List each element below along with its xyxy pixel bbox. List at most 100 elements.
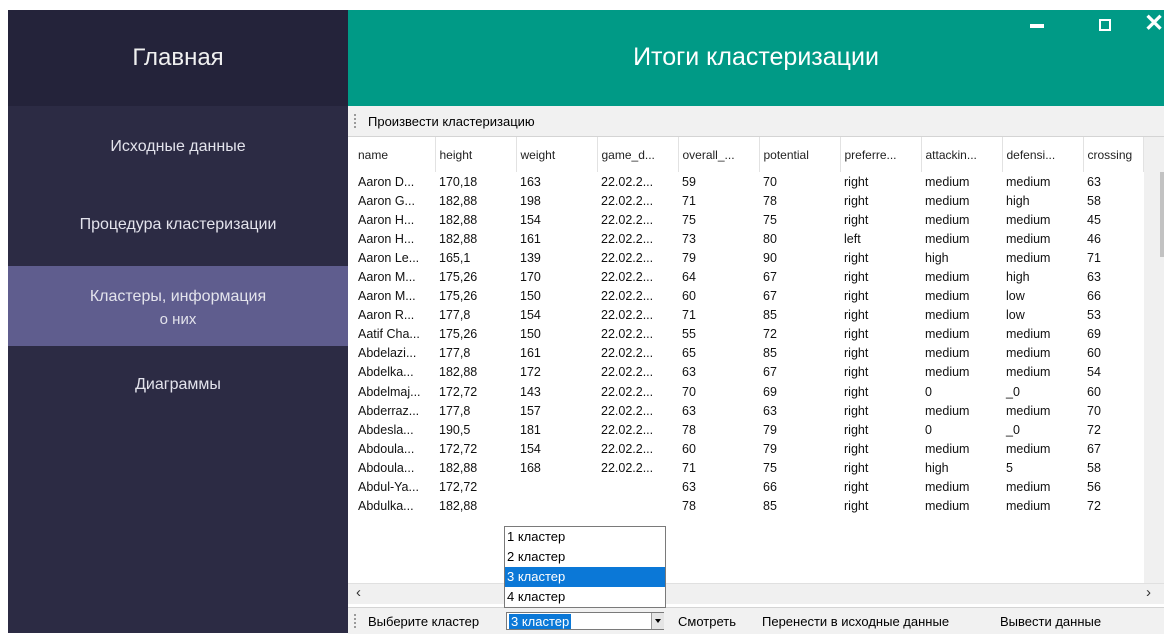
table-cell[interactable]: 150	[516, 287, 597, 306]
table-cell[interactable]: 63	[1083, 172, 1143, 191]
table-cell[interactable]: medium	[1002, 229, 1083, 248]
table-cell[interactable]: right	[840, 191, 921, 210]
table-cell[interactable]: medium	[1002, 248, 1083, 267]
table-cell[interactable]: 80	[759, 229, 840, 248]
table-cell[interactable]: 69	[1083, 325, 1143, 344]
table-cell[interactable]: 182,88	[435, 191, 516, 210]
table-cell[interactable]: _0	[1002, 382, 1083, 401]
sidebar-item-clusters-info[interactable]: Кластеры, информация о них	[8, 266, 348, 346]
table-cell[interactable]: right	[840, 248, 921, 267]
column-header[interactable]: weight	[516, 137, 598, 172]
table-cell[interactable]: Abdelka...	[354, 363, 435, 382]
table-cell[interactable]: 22.02.2...	[597, 344, 678, 363]
cluster-option[interactable]: 4 кластер	[505, 587, 665, 607]
table-row[interactable]: Abdelka... 182,88 172 22.02.2... 63 67 right me…	[354, 363, 1143, 382]
table-row[interactable]: Aaron M... 175,26 150 22.02.2... 60 67 right me…	[354, 287, 1143, 306]
table-cell[interactable]: 154	[516, 210, 597, 229]
table-cell[interactable]: Aaron M...	[354, 267, 435, 286]
table-cell[interactable]: 182,88	[435, 458, 516, 477]
table-cell[interactable]: 55	[678, 325, 759, 344]
table-cell[interactable]: medium	[921, 306, 1002, 325]
table-cell[interactable]: medium	[921, 210, 1002, 229]
maximize-icon[interactable]	[1099, 19, 1111, 31]
minimize-icon[interactable]	[1030, 24, 1044, 28]
table-cell[interactable]: medium	[1002, 344, 1083, 363]
table-cell[interactable]: 90	[759, 248, 840, 267]
table-cell[interactable]: 75	[759, 210, 840, 229]
table-cell[interactable]: high	[1002, 191, 1083, 210]
column-header[interactable]: attackin...	[921, 137, 1003, 172]
chevron-down-icon[interactable]	[651, 613, 664, 629]
table-row[interactable]: Abdesla... 190,5 181 22.02.2... 78 79 right 0 _0…	[354, 420, 1143, 439]
table-cell[interactable]	[516, 478, 597, 497]
table-cell[interactable]: high	[921, 458, 1002, 477]
table-cell[interactable]: Abdoula...	[354, 439, 435, 458]
table-cell[interactable]: medium	[921, 191, 1002, 210]
table-cell[interactable]: _0	[1002, 420, 1083, 439]
table-cell[interactable]: Aaron M...	[354, 287, 435, 306]
column-header[interactable]: overall_...	[678, 137, 760, 172]
table-cell[interactable]: 175,26	[435, 325, 516, 344]
table-cell[interactable]: 75	[759, 458, 840, 477]
table-row[interactable]: Abdul-Ya... 172,72 63 66 right medium medium 56	[354, 478, 1143, 497]
table-cell[interactable]: low	[1002, 287, 1083, 306]
table-cell[interactable]: 161	[516, 229, 597, 248]
table-cell[interactable]: 71	[1083, 248, 1143, 267]
table-cell[interactable]: 22.02.2...	[597, 382, 678, 401]
table-cell[interactable]: 198	[516, 191, 597, 210]
cluster-option[interactable]: 2 кластер	[505, 547, 665, 567]
table-row[interactable]: Abdulka... 182,88 78 85 right medium medium 72	[354, 497, 1143, 516]
table-cell[interactable]: 85	[759, 344, 840, 363]
table-cell[interactable]: 67	[759, 287, 840, 306]
table-cell[interactable]: 22.02.2...	[597, 229, 678, 248]
cluster-option[interactable]: 1 кластер	[505, 527, 665, 547]
table-row[interactable]: Abdelazi... 177,8 161 22.02.2... 65 85 right me…	[354, 344, 1143, 363]
table-cell[interactable]: 79	[678, 248, 759, 267]
table-cell[interactable]: Aatif Cha...	[354, 325, 435, 344]
table-cell[interactable]: right	[840, 401, 921, 420]
table-cell[interactable]: 58	[1083, 458, 1143, 477]
table-cell[interactable]: medium	[921, 497, 1002, 516]
table-row[interactable]: Aaron M... 175,26 170 22.02.2... 64 67 right me…	[354, 267, 1143, 286]
table-cell[interactable]: 78	[678, 497, 759, 516]
close-icon[interactable]: ✕	[1144, 12, 1164, 36]
table-cell[interactable]: 170	[516, 267, 597, 286]
table-cell[interactable]: right	[840, 172, 921, 191]
table-cell[interactable]: right	[840, 325, 921, 344]
table-cell[interactable]	[516, 497, 597, 516]
table-cell[interactable]: 66	[759, 478, 840, 497]
table-cell[interactable]: left	[840, 229, 921, 248]
table-cell[interactable]: 5	[1002, 458, 1083, 477]
sidebar-item-clustering-procedure[interactable]: Процедура кластеризации	[8, 216, 348, 246]
table-cell[interactable]: medium	[1002, 363, 1083, 382]
table-cell[interactable]	[597, 478, 678, 497]
table-cell[interactable]: 63	[1083, 267, 1143, 286]
column-header[interactable]: defensi...	[1002, 137, 1084, 172]
table-cell[interactable]: 54	[1083, 363, 1143, 382]
table-cell[interactable]: 165,1	[435, 248, 516, 267]
table-cell[interactable]: Aaron H...	[354, 229, 435, 248]
table-cell[interactable]: 70	[1083, 401, 1143, 420]
table-row[interactable]: Aaron R... 177,8 154 22.02.2... 71 85 right med…	[354, 306, 1143, 325]
table-cell[interactable]: 71	[678, 306, 759, 325]
table-cell[interactable]: medium	[1002, 439, 1083, 458]
table-cell[interactable]: Aaron G...	[354, 191, 435, 210]
table-cell[interactable]: medium	[921, 344, 1002, 363]
table-cell[interactable]: 67	[1083, 439, 1143, 458]
table-cell[interactable]: 22.02.2...	[597, 191, 678, 210]
table-cell[interactable]: medium	[1002, 325, 1083, 344]
table-cell[interactable]: 163	[516, 172, 597, 191]
table-cell[interactable]: 67	[759, 363, 840, 382]
table-row[interactable]: Aaron D... 170,18 163 22.02.2... 59 70 right me…	[354, 172, 1143, 191]
table-cell[interactable]: 72	[1083, 497, 1143, 516]
table-cell[interactable]: right	[840, 478, 921, 497]
table-cell[interactable]: 85	[759, 306, 840, 325]
table-cell[interactable]: 172,72	[435, 439, 516, 458]
scroll-left-icon[interactable]: ‹	[356, 584, 361, 601]
table-cell[interactable]: 182,88	[435, 497, 516, 516]
table-cell[interactable]: 22.02.2...	[597, 172, 678, 191]
table-cell[interactable]: 45	[1083, 210, 1143, 229]
table-cell[interactable]: 139	[516, 248, 597, 267]
cluster-option-selected[interactable]: 3 кластер	[505, 567, 665, 587]
table-cell[interactable]: right	[840, 420, 921, 439]
